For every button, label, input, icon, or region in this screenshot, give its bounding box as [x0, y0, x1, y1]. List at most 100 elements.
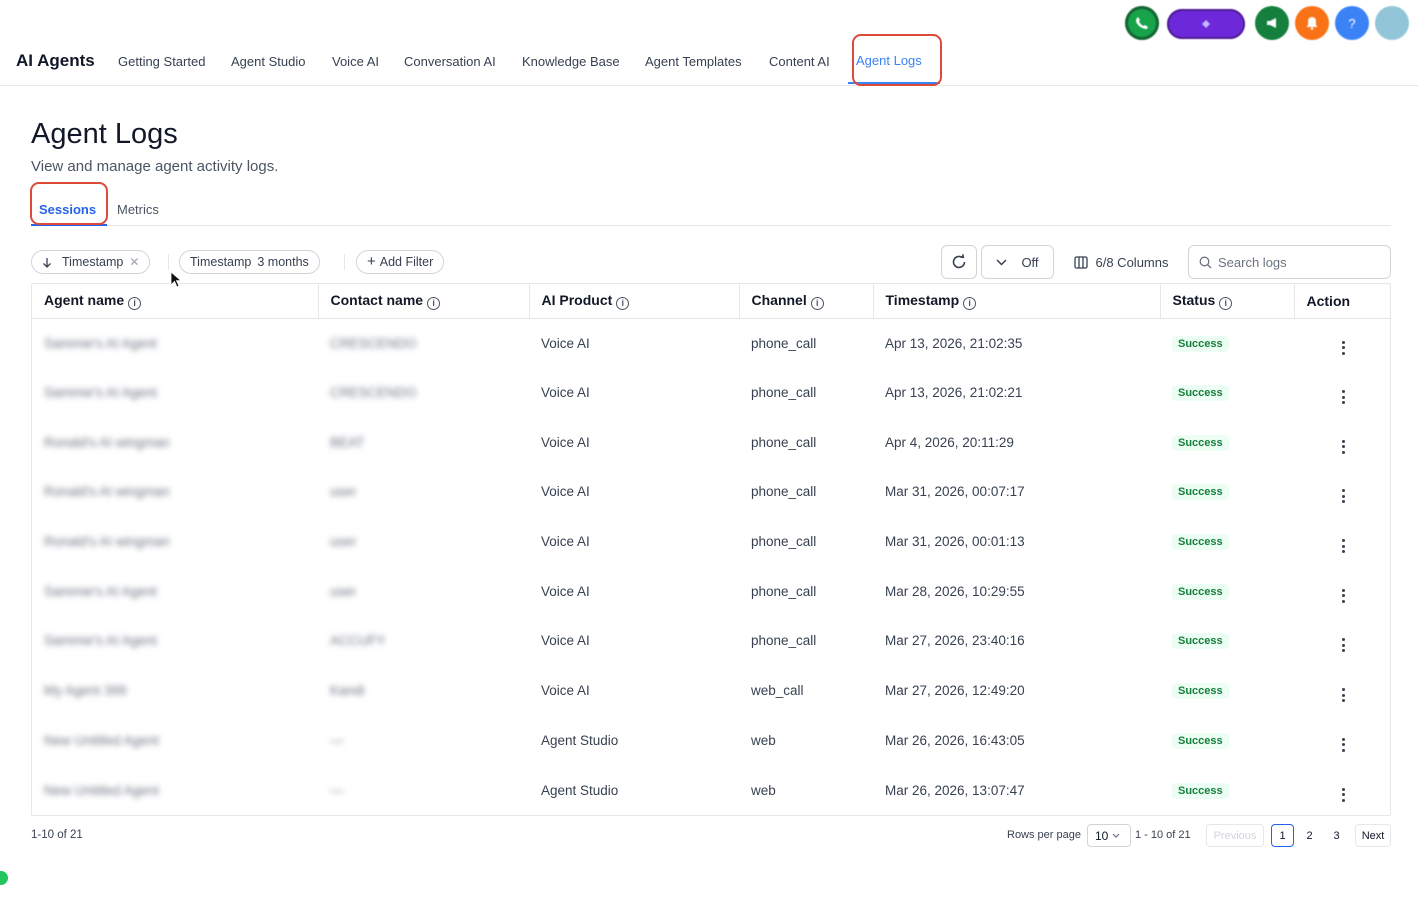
more-options-icon[interactable]: [1342, 787, 1345, 802]
column-header-status[interactable]: Status i: [1160, 284, 1295, 319]
table-row[interactable]: Ronald's AI wingman BEAT Voice AI phone_…: [32, 417, 1390, 467]
info-icon[interactable]: i: [810, 296, 824, 310]
status-pill[interactable]: [1167, 9, 1245, 39]
nav-conversation-ai[interactable]: Conversation AI: [404, 54, 496, 69]
table-row[interactable]: Sammie's AI Agent CRESCENDO Voice AI pho…: [32, 318, 1390, 368]
phone-icon[interactable]: [1125, 6, 1159, 40]
column-header-timestamp[interactable]: Timestamp i: [873, 284, 1161, 319]
agent-name-cell: Sammie's AI Agent: [44, 385, 157, 401]
status-badge: Success: [1172, 434, 1229, 451]
info-icon[interactable]: i: [963, 296, 977, 310]
close-icon[interactable]: ✕: [129, 255, 139, 269]
column-header-agent-name[interactable]: Agent name i: [32, 284, 319, 319]
info-icon[interactable]: i: [427, 296, 441, 310]
info-icon[interactable]: i: [616, 296, 630, 310]
add-filter-button[interactable]: + Add Filter: [356, 250, 445, 274]
contact-name-cell: user: [330, 534, 357, 550]
status-cell: Success: [1160, 616, 1294, 666]
avatar[interactable]: [1375, 6, 1409, 40]
timestamp-cell: Mar 28, 2026, 10:29:55: [885, 583, 1025, 599]
more-options-icon[interactable]: [1342, 638, 1345, 653]
contact-name-cell: CRESCENDO: [330, 335, 417, 351]
previous-page-button[interactable]: Previous: [1206, 824, 1264, 847]
arrow-down-icon: [43, 257, 51, 268]
logs-table: Agent name i Contact name i AI Product i Ch…: [31, 283, 1391, 816]
more-options-icon[interactable]: [1342, 390, 1345, 405]
column-header-channel[interactable]: Channel i: [739, 284, 874, 319]
columns-button[interactable]: 6/8 Columns: [1062, 245, 1180, 279]
subtabs: Sessions Metrics: [31, 198, 1391, 226]
help-icon[interactable]: ?: [1335, 6, 1369, 40]
contact-name-cell: user: [330, 484, 357, 500]
agent-name-cell: Ronald's AI wingman: [44, 534, 170, 550]
status-cell: Success: [1160, 318, 1294, 368]
column-header-ai-product[interactable]: AI Product i: [529, 284, 740, 319]
more-options-icon[interactable]: [1342, 688, 1345, 703]
more-options-icon[interactable]: [1342, 439, 1345, 454]
status-badge: Success: [1172, 335, 1229, 352]
rows-per-page-label: Rows per page: [1007, 829, 1081, 841]
table-row[interactable]: My Agent 399 Kandi Voice AI web_call Mar…: [32, 666, 1390, 716]
table-row[interactable]: New Untitled Agent — Agent Studio web Ma…: [32, 765, 1390, 815]
status-cell: Success: [1160, 368, 1294, 418]
table-row[interactable]: New Untitled Agent — Agent Studio web Ma…: [32, 716, 1390, 766]
channel-cell: phone_call: [751, 434, 817, 450]
more-options-icon[interactable]: [1342, 340, 1345, 355]
next-page-button[interactable]: Next: [1355, 824, 1391, 847]
chevron-down-icon: [996, 258, 1007, 266]
divider: [344, 254, 345, 270]
table-row[interactable]: Ronald's AI wingman user Voice AI phone_…: [32, 517, 1390, 567]
results-count: 1-10 of 21: [31, 829, 83, 841]
more-options-icon[interactable]: [1342, 737, 1345, 752]
megaphone-icon[interactable]: [1255, 6, 1289, 40]
channel-cell: web: [751, 782, 776, 798]
column-header-contact-name[interactable]: Contact name i: [318, 284, 530, 319]
page-subtitle: View and manage agent activity logs.: [31, 158, 279, 175]
agent-name-cell: Sammie's AI Agent: [44, 583, 157, 599]
rows-per-page-select[interactable]: 10: [1087, 824, 1131, 847]
nav-knowledge-base[interactable]: Knowledge Base: [522, 54, 620, 69]
ai-product-cell: Voice AI: [541, 583, 590, 599]
nav-content-ai[interactable]: Content AI: [769, 54, 830, 69]
page-3-button[interactable]: 3: [1325, 824, 1348, 847]
sort-chip[interactable]: Timestamp ✕: [31, 250, 151, 274]
bell-icon[interactable]: [1295, 6, 1329, 40]
info-icon[interactable]: i: [128, 296, 142, 310]
channel-cell: phone_call: [751, 633, 817, 649]
agent-name-cell: New Untitled Agent: [44, 782, 159, 798]
tab-sessions-highlight: [30, 182, 108, 225]
search-box[interactable]: [1188, 245, 1391, 279]
date-range-chip[interactable]: Timestamp 3 months: [179, 250, 320, 274]
page-1-button[interactable]: 1: [1271, 824, 1294, 847]
agent-name-cell: New Untitled Agent: [44, 732, 159, 748]
status-badge: Success: [1172, 633, 1229, 650]
refresh-button[interactable]: [941, 245, 977, 279]
more-options-icon[interactable]: [1342, 588, 1345, 603]
more-options-icon[interactable]: [1342, 489, 1345, 504]
auto-refresh-dropdown[interactable]: Off: [981, 245, 1054, 279]
nav-agent-studio[interactable]: Agent Studio: [231, 54, 305, 69]
action-cell: [1294, 517, 1390, 567]
table-row[interactable]: Sammie's AI Agent user Voice AI phone_ca…: [32, 566, 1390, 616]
channel-cell: web_call: [751, 683, 804, 699]
tab-metrics[interactable]: Metrics: [117, 202, 159, 217]
more-options-icon[interactable]: [1342, 539, 1345, 554]
rows-per-page-value: 10: [1095, 828, 1109, 843]
ai-product-cell: Agent Studio: [541, 732, 619, 748]
contact-name-cell: Kandi: [330, 683, 365, 699]
status-dot: [0, 871, 8, 885]
nav-voice-ai[interactable]: Voice AI: [332, 54, 379, 69]
info-icon[interactable]: i: [1219, 296, 1233, 310]
page-2-button[interactable]: 2: [1298, 824, 1321, 847]
table-row[interactable]: Ronald's AI wingman user Voice AI phone_…: [32, 467, 1390, 517]
channel-cell: phone_call: [751, 583, 817, 599]
nav-agent-templates[interactable]: Agent Templates: [645, 54, 742, 69]
table-row[interactable]: Sammie's AI Agent CRESCENDO Voice AI pho…: [32, 368, 1390, 418]
search-input[interactable]: [1218, 254, 1378, 270]
timestamp-cell: Mar 27, 2026, 23:40:16: [885, 633, 1025, 649]
table-row[interactable]: Sammie's AI Agent ACCUFY Voice AI phone_…: [32, 616, 1390, 666]
action-cell: [1294, 765, 1390, 815]
action-cell: [1294, 467, 1390, 517]
nav-getting-started[interactable]: Getting Started: [118, 54, 205, 69]
timestamp-cell: Mar 31, 2026, 00:01:13: [885, 534, 1025, 550]
